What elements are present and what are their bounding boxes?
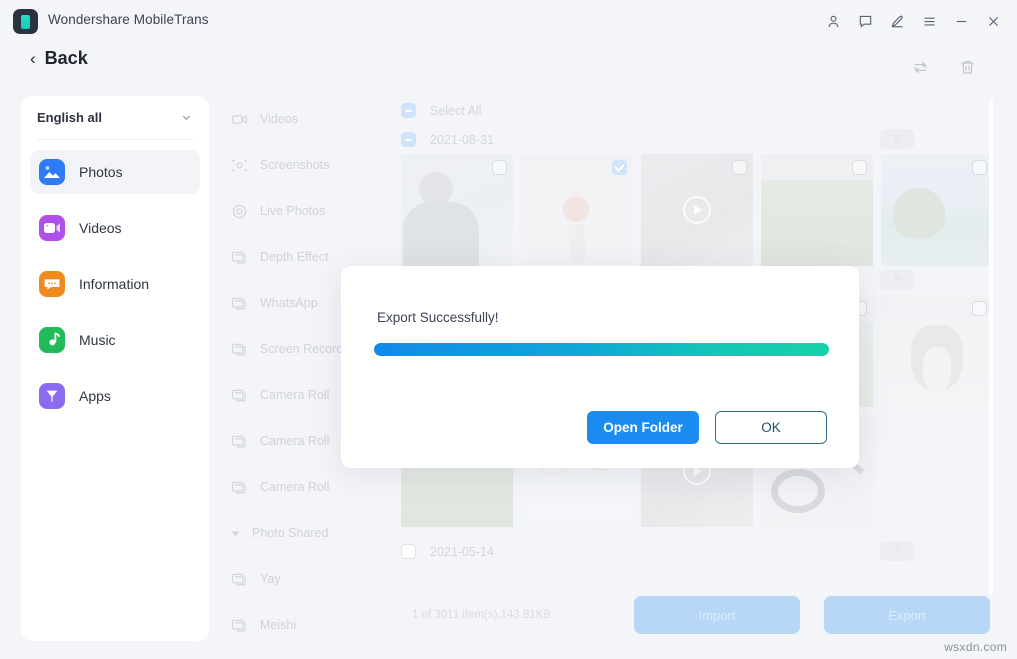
dialog-actions: Open Folder OK [587, 411, 827, 444]
progress-bar [374, 343, 829, 356]
app-window: Wondershare MobileTrans [0, 0, 1017, 659]
dialog-title: Export Successfully! [377, 310, 499, 325]
open-folder-button[interactable]: Open Folder [587, 411, 699, 444]
watermark: wsxdn.com [944, 640, 1007, 654]
ok-button[interactable]: OK [715, 411, 827, 444]
export-success-dialog: Export Successfully! Open Folder OK [341, 266, 859, 468]
progress-bar-fill [374, 343, 829, 356]
